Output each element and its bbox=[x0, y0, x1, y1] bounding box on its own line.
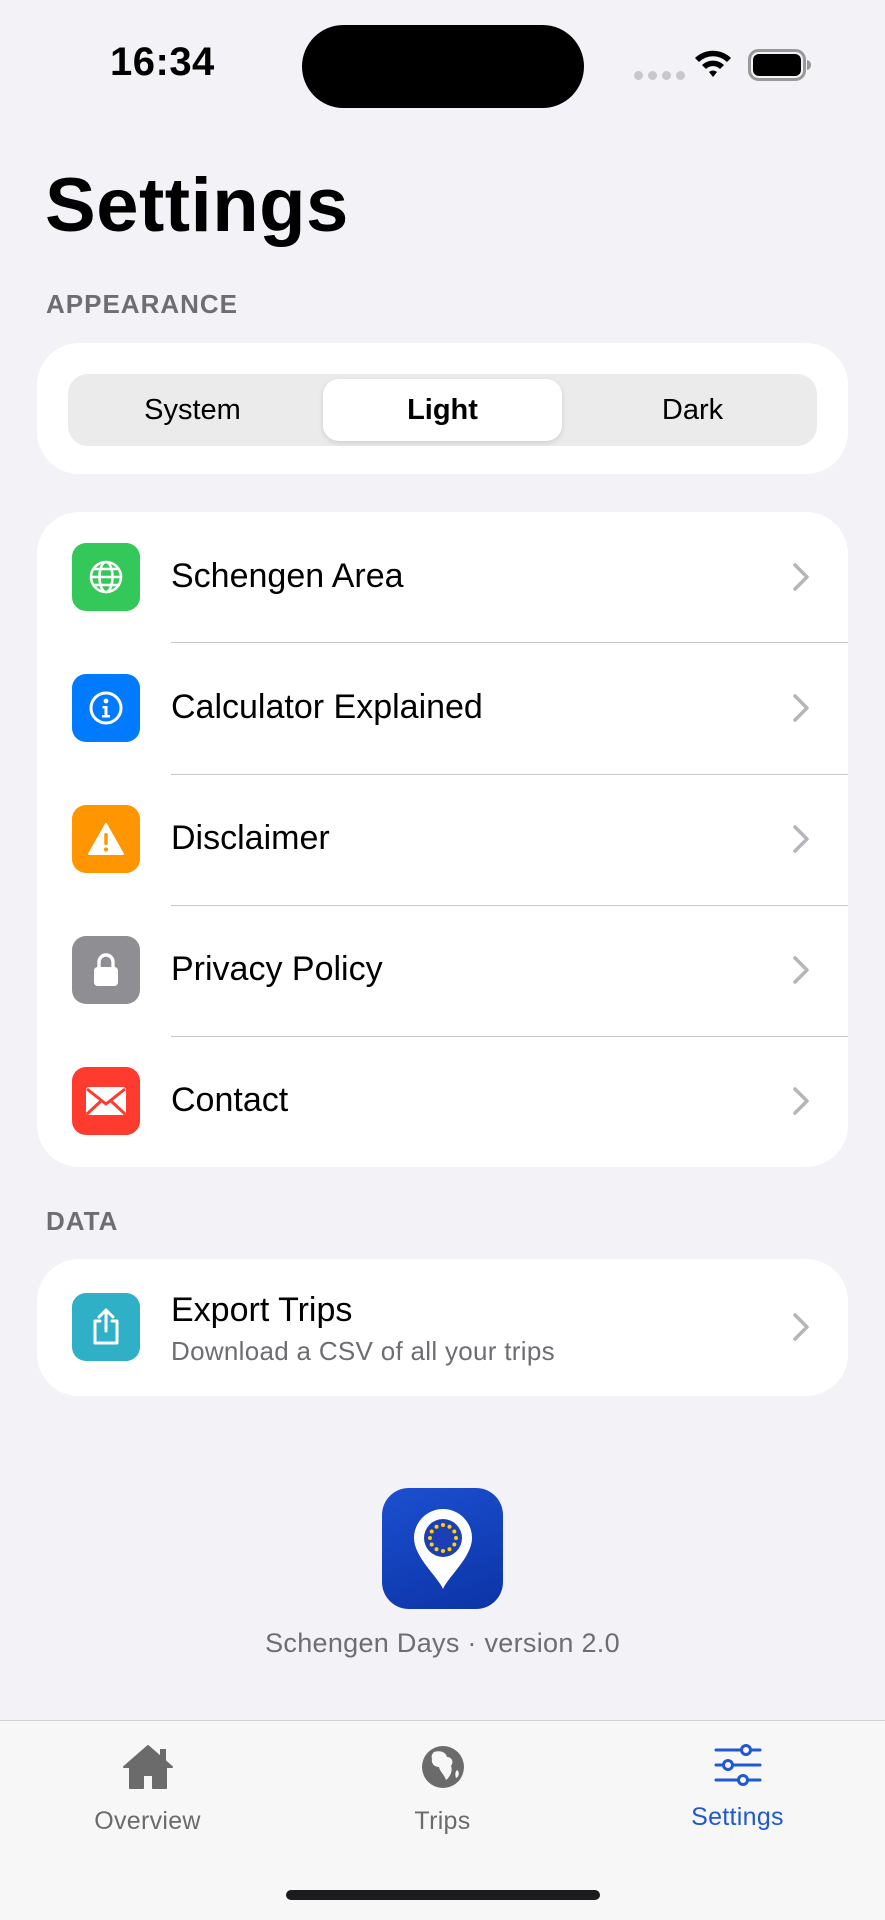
segment-dark[interactable]: Dark bbox=[573, 379, 812, 441]
info-list-card: Schengen Area Calculator Explained Discl… bbox=[37, 512, 848, 1167]
house-icon bbox=[122, 1745, 173, 1789]
info-icon bbox=[72, 674, 140, 742]
segment-system[interactable]: System bbox=[73, 379, 312, 441]
row-label: Calculator Explained bbox=[171, 688, 483, 726]
wifi-icon bbox=[695, 50, 731, 77]
appearance-card: System Light Dark bbox=[37, 343, 848, 474]
app-logo bbox=[382, 1488, 503, 1609]
segment-light[interactable]: Light bbox=[323, 379, 562, 441]
globe-africa-icon bbox=[421, 1746, 464, 1788]
chevron-right-icon bbox=[793, 563, 809, 591]
chevron-right-icon bbox=[793, 1313, 809, 1341]
battery-icon bbox=[748, 49, 811, 81]
data-card: Export Trips Download a CSV of all your … bbox=[37, 1259, 848, 1396]
tab-settings[interactable]: Settings bbox=[590, 1721, 885, 1841]
status-time: 16:34 bbox=[110, 40, 215, 84]
envelope-icon bbox=[72, 1067, 140, 1135]
sliders-icon bbox=[714, 1744, 761, 1786]
export-subtitle: Download a CSV of all your trips bbox=[171, 1336, 555, 1366]
tab-overview[interactable]: Overview bbox=[0, 1721, 295, 1841]
tab-label: Settings bbox=[691, 1803, 784, 1831]
chevron-right-icon bbox=[793, 1087, 809, 1115]
row-contact[interactable]: Contact bbox=[37, 1036, 848, 1167]
row-privacy-policy[interactable]: Privacy Policy bbox=[37, 905, 848, 1036]
warning-icon bbox=[72, 805, 140, 873]
row-schengen-area[interactable]: Schengen Area bbox=[37, 512, 848, 643]
tab-label: Trips bbox=[414, 1807, 471, 1835]
row-label: Disclaimer bbox=[171, 819, 330, 857]
appearance-segmented-control: System Light Dark bbox=[68, 374, 817, 446]
row-export-trips[interactable]: Export Trips Download a CSV of all your … bbox=[37, 1259, 848, 1396]
chevron-right-icon bbox=[793, 956, 809, 984]
row-label: Schengen Area bbox=[171, 557, 404, 595]
appearance-section-header: APPEARANCE bbox=[46, 289, 239, 319]
share-icon bbox=[72, 1293, 140, 1361]
page-title: Settings bbox=[45, 163, 349, 248]
lock-icon bbox=[72, 936, 140, 1004]
app-version: Schengen Days · version 2.0 bbox=[265, 1628, 620, 1658]
data-section-header: DATA bbox=[46, 1206, 119, 1236]
home-indicator[interactable] bbox=[286, 1890, 600, 1900]
globe-icon bbox=[72, 543, 140, 611]
row-calculator-explained[interactable]: Calculator Explained bbox=[37, 643, 848, 774]
dynamic-island bbox=[302, 25, 584, 108]
tab-trips[interactable]: Trips bbox=[295, 1721, 590, 1841]
row-label: Privacy Policy bbox=[171, 950, 383, 988]
row-label: Contact bbox=[171, 1081, 289, 1119]
chevron-right-icon bbox=[793, 694, 809, 722]
export-title: Export Trips bbox=[171, 1291, 353, 1329]
status-bar: 16:34 bbox=[0, 0, 885, 130]
cellular-signal-icon bbox=[634, 71, 685, 80]
chevron-right-icon bbox=[793, 825, 809, 853]
tab-label: Overview bbox=[94, 1807, 201, 1835]
row-disclaimer[interactable]: Disclaimer bbox=[37, 774, 848, 905]
